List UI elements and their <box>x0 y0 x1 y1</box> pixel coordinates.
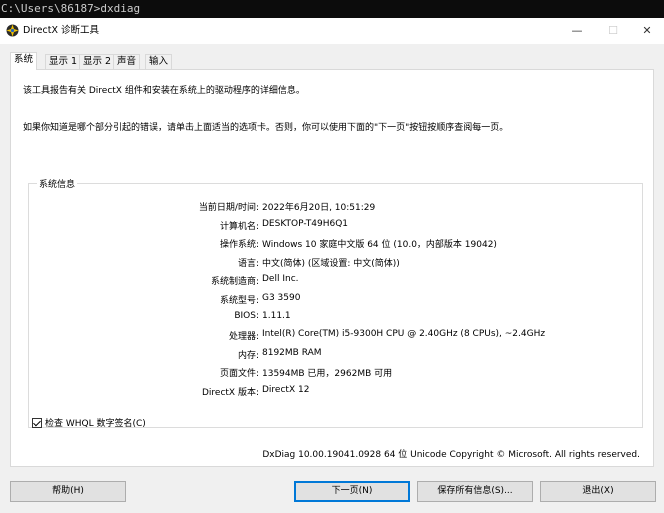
save-all-info-button[interactable]: 保存所有信息(S)... <box>417 481 533 502</box>
info-row-processor: 处理器: Intel(R) Core(TM) i5-9300H CPU @ 2.… <box>29 329 644 343</box>
tab-input[interactable]: 输入 <box>145 54 173 69</box>
tab-sound[interactable]: 声音 <box>113 54 141 69</box>
info-row-manufacturer: 系统制造商: Dell Inc. <box>29 274 644 288</box>
maximize-button[interactable]: ☐ <box>596 18 630 44</box>
info-label: 系统制造商: <box>210 277 259 287</box>
system-info-group: 系统信息 当前日期/时间: 2022年6月20日, 10:51:29 计算机名:… <box>28 177 644 428</box>
info-value: DESKTOP-T49H6Q1 <box>262 219 349 229</box>
whql-checkbox[interactable] <box>32 417 42 428</box>
instructions-text: 如果你知道是哪个部分引起的错误，请单击上面适当的选项卡。否则，你可以使用下面的"… <box>23 123 509 133</box>
tab-display-1[interactable]: 显示 1 <box>45 54 82 69</box>
console-prompt: C:\Users\86187>dxdiag <box>0 0 664 18</box>
close-button[interactable]: ✕ <box>630 18 664 44</box>
intro-text: 该工具报告有关 DirectX 组件和安装在系统上的驱动程序的详细信息。 <box>23 86 305 96</box>
tab-panel-system: 该工具报告有关 DirectX 组件和安装在系统上的驱动程序的详细信息。 如果你… <box>10 69 654 467</box>
whql-checkbox-row[interactable]: 检查 WHQL 数字签名(C) <box>32 416 146 429</box>
info-label: 操作系统: <box>219 240 259 250</box>
info-label: 当前日期/时间: <box>198 203 259 213</box>
info-row-bios: BIOS: 1.11.1 <box>29 311 644 325</box>
info-value: Dell Inc. <box>262 274 299 284</box>
info-value: Intel(R) Core(TM) i5-9300H CPU @ 2.40GHz… <box>262 329 546 339</box>
window-title: DirectX 诊断工具 <box>23 25 99 36</box>
info-value: 13594MB 已用，2962MB 可用 <box>262 369 393 379</box>
info-row-page-file: 页面文件: 13594MB 已用，2962MB 可用 <box>29 366 644 380</box>
info-value: 2022年6月20日, 10:51:29 <box>262 203 376 213</box>
info-row-language: 语言: 中文(简体) (区域设置: 中文(简体)) <box>29 256 644 270</box>
info-value: 1.11.1 <box>262 311 291 321</box>
info-label: DirectX 版本: <box>201 388 259 398</box>
info-value: 中文(简体) (区域设置: 中文(简体)) <box>262 259 400 269</box>
info-value: G3 3590 <box>262 293 301 303</box>
exit-button[interactable]: 退出(X) <box>540 481 656 502</box>
tab-display-2[interactable]: 显示 2 <box>79 54 116 69</box>
minimize-button[interactable]: — <box>560 18 594 44</box>
info-row-memory: 内存: 8192MB RAM <box>29 348 644 362</box>
info-row-os: 操作系统: Windows 10 家庭中文版 64 位 (10.0，内部版本 1… <box>29 237 644 251</box>
help-button[interactable]: 帮助(H) <box>10 481 126 502</box>
info-label: 系统型号: <box>219 296 259 306</box>
info-row-computer-name: 计算机名: DESKTOP-T49H6Q1 <box>29 219 644 233</box>
info-row-model: 系统型号: G3 3590 <box>29 293 644 307</box>
info-row-directx-version: DirectX 版本: DirectX 12 <box>29 385 644 399</box>
info-label: 计算机名: <box>219 222 259 232</box>
directx-app-icon <box>6 24 19 37</box>
whql-checkbox-label[interactable]: 检查 WHQL 数字签名(C) <box>45 416 146 429</box>
info-value: 8192MB RAM <box>262 348 322 358</box>
info-value: Windows 10 家庭中文版 64 位 (10.0，内部版本 19042) <box>262 240 497 250</box>
info-label: 页面文件: <box>219 369 259 379</box>
version-copyright: DxDiag 10.00.19041.0928 64 位 Unicode Cop… <box>262 450 640 460</box>
info-label: 语言: <box>237 259 259 269</box>
info-row-datetime: 当前日期/时间: 2022年6月20日, 10:51:29 <box>29 200 644 214</box>
next-page-button[interactable]: 下一页(N) <box>294 481 410 502</box>
title-bar: DirectX 诊断工具 — ☐ ✕ <box>0 18 664 44</box>
info-label: BIOS: <box>234 311 259 321</box>
system-info-title: 系统信息 <box>37 177 78 190</box>
info-label: 内存: <box>237 351 259 361</box>
info-value: DirectX 12 <box>262 385 310 395</box>
info-label: 处理器: <box>228 332 259 342</box>
tab-system[interactable]: 系统 <box>10 52 38 70</box>
